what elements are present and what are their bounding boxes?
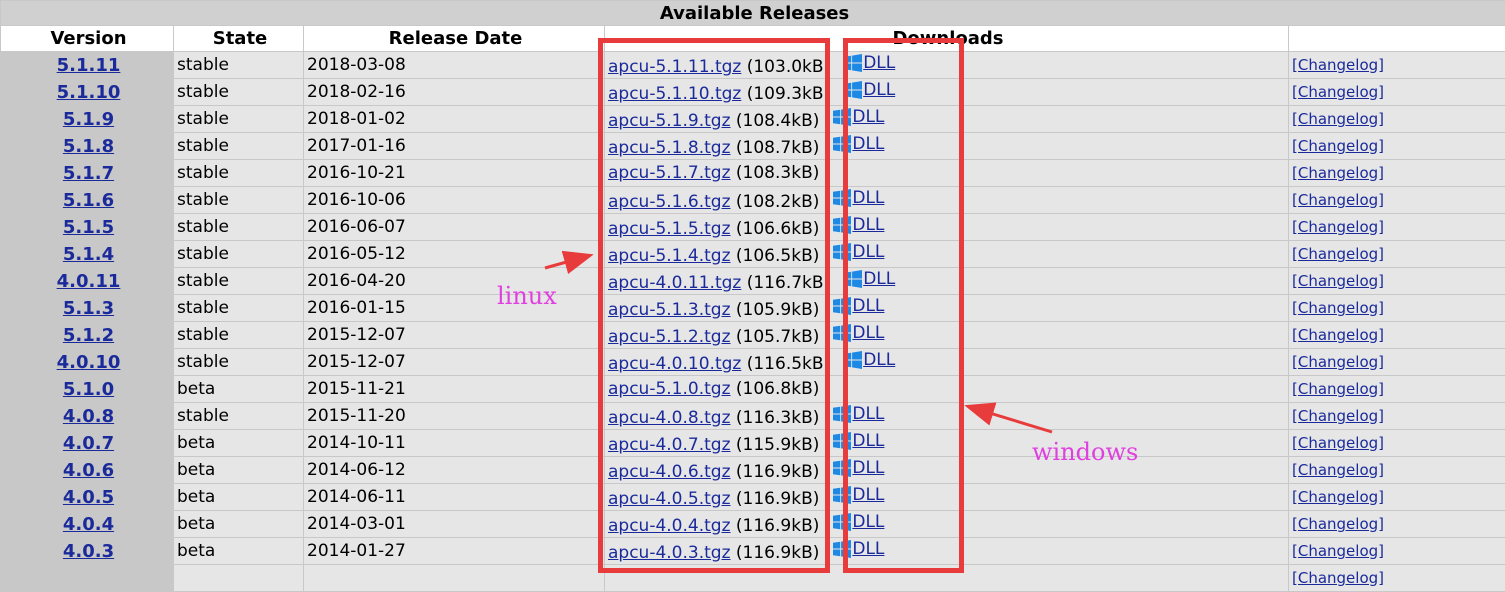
windows-label: windows <box>1032 438 1138 466</box>
linux-label: linux <box>497 282 557 310</box>
annotation-arrows <box>0 0 1505 573</box>
windows-arrow <box>970 407 1052 432</box>
linux-arrow <box>545 256 588 268</box>
